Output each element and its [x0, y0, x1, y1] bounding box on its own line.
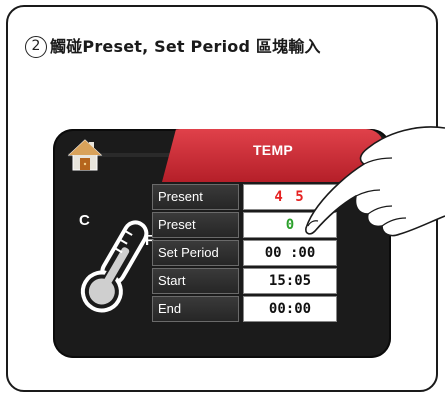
present-label: Present — [152, 184, 239, 210]
home-icon[interactable] — [67, 138, 103, 172]
end-label: End — [152, 296, 239, 322]
preset-label[interactable]: Preset — [152, 212, 239, 238]
start-label: Start — [152, 268, 239, 294]
end-value: 00:00 — [243, 296, 337, 322]
step-number-badge: 2 — [25, 36, 47, 58]
start-value: 15:05 — [243, 268, 337, 294]
instruction-text: 觸碰Preset, Set Period 區塊輸入 — [50, 37, 321, 56]
row-end: End 00:00 — [152, 296, 337, 322]
pointing-hand-icon — [268, 110, 445, 260]
thermometer-icon: C F — [71, 205, 161, 325]
set-period-label[interactable]: Set Period — [152, 240, 239, 266]
celsius-label: C — [79, 212, 90, 229]
row-start: Start 15:05 — [152, 268, 337, 294]
